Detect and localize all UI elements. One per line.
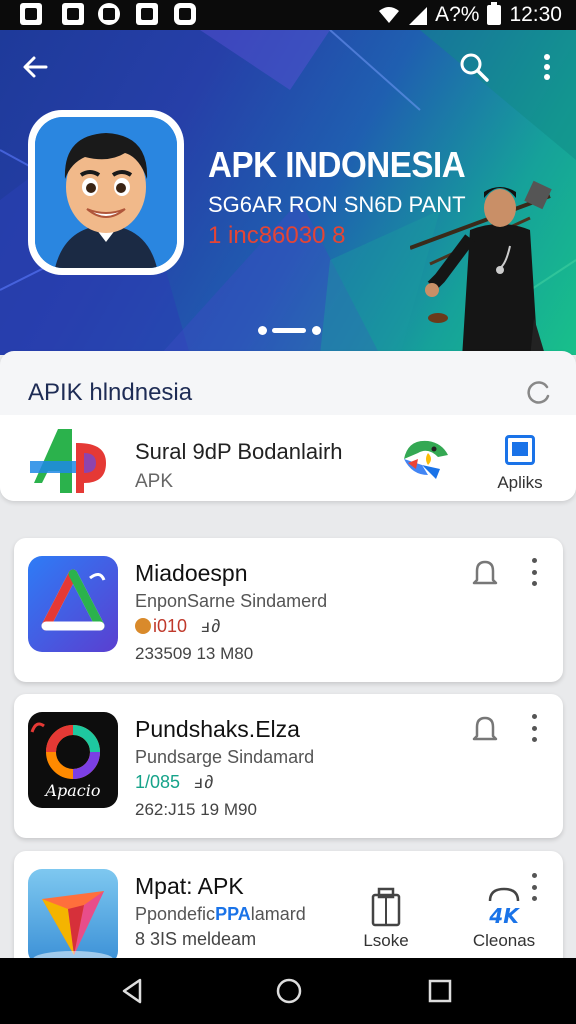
cartoon-avatar-image [35,117,177,268]
status-time: 12:30 [509,3,562,26]
app-meta: 233509 13 M80 [135,644,254,663]
triangle-logo-icon [41,569,106,631]
app-stat: 1/085 [135,772,181,792]
bell-icon[interactable] [469,712,501,744]
app-icon[interactable] [28,110,184,275]
lsoke-label: Lsoke [363,931,409,950]
carousel-dot-active [272,328,306,333]
app-window-icon [505,435,535,465]
nav-recents-button[interactable] [425,976,455,1006]
notification-app-icon [136,3,158,25]
status-bar: A?% 12:30 [0,0,576,30]
arrow-left-icon [23,56,48,78]
notification-chart-icon [62,3,84,25]
apliks-label: Apliks [497,473,543,492]
system-navigation-bar [0,958,576,1024]
app-icon-ring: Apacio [28,712,118,808]
app-developer: Ppondefic [135,904,216,924]
app-stat-extra: ⅎ ∂ [201,616,221,636]
featured-app-type: APK [135,471,174,492]
featured-app-row[interactable]: Sural 9dP Bodanlairh APK Apliks [0,415,576,501]
app-stat-extra: ⅎ ∂ [194,772,214,792]
app-title: Pundshaks.Elza [135,716,300,742]
notification-clock-icon [98,3,120,25]
nav-back-button[interactable] [118,976,148,1006]
app-developer-tail: lamard [250,904,306,924]
app-stat: 8 3IS meldeam [135,929,257,949]
notification-video-icon [174,3,196,25]
signal-text: A?% [435,3,480,26]
featured-app-name: Sural 9dP Bodanlairh [135,439,343,464]
overflow-menu-button[interactable] [530,50,564,84]
cell-signal-icon [409,7,428,25]
featured-section: APIK hlndnesia Sural 9dP Bodanlairh APK [0,351,576,501]
back-button[interactable] [18,50,52,84]
app-developer-overlay: PPA [215,904,251,924]
app-more-button[interactable] [524,714,544,742]
coin-icon [135,618,151,634]
cleonas-label: Cleonas [472,931,536,950]
featured-heading: APIK hlndnesia [28,379,193,406]
bottom-action-group: Lsoke 4K Cleonas [344,887,554,967]
app-stat: i010 [153,616,188,636]
wifi-icon [379,7,400,23]
app-developer: EnponSarne Sindamerd [135,591,328,611]
avatar-icon [35,117,177,268]
app-meta: 262:J15 19 M90 [135,800,257,819]
app-developer-row: PpondeficPPAlamard [135,904,306,925]
hero-banner[interactable]: APK INDONESIA SG6AR RON SN6D PANT 1 inc8… [0,30,576,355]
carousel-indicator [256,325,326,335]
carousel-dot [312,326,321,335]
apliks-button[interactable]: Apliks [486,433,554,495]
notification-gallery-icon [20,3,42,25]
color-ring-logo-icon: Apacio [30,722,101,800]
app-more-button[interactable] [524,873,544,901]
app-stat-row: i010 ⅎ ∂ [135,616,220,637]
clipboard-icon [371,887,401,927]
app-developer: Pundsarge Sindamard [135,747,315,767]
battery-icon [487,2,502,25]
app-stat-row: 1/085 ⅎ ∂ [135,772,213,793]
presenter-figure-image [410,180,552,355]
app-list-item[interactable]: Apacio Pundshaks.Elza Pundsarge Sindamar… [14,694,563,838]
app-title: Mpat: APK [135,873,244,899]
pyramid-logo-icon [33,891,113,965]
4k-icon: 4K [488,887,520,927]
nav-home-button[interactable] [274,976,304,1006]
app-icon-triangle [28,556,118,652]
search-icon [460,53,489,82]
app-icon-pyramid [28,869,118,965]
bell-icon[interactable] [469,556,501,588]
colorful-bird-icon[interactable] [398,435,454,483]
app-title: Miadoespn [135,560,248,586]
app-store-screen: A?% 12:30 APK INDONESIA SG6AR RON SN6D P… [0,0,576,1024]
refresh-icon[interactable] [526,379,552,405]
ring-logo-text: Apacio [43,781,100,800]
search-button[interactable] [457,50,491,84]
app-more-button[interactable] [524,558,544,586]
lsoke-action[interactable]: Lsoke [346,887,426,950]
app-list-item[interactable]: Miadoespn EnponSarne Sindamerd i010 ⅎ ∂ 2… [14,538,563,682]
svg-text:4K: 4K [488,904,520,927]
carousel-dot [258,326,267,335]
status-right: A?% 12:30 [377,2,562,28]
more-vertical-icon [544,54,550,80]
hero-number-line: 1 inc86030 8 [208,222,346,249]
ap-logo-icon [30,429,106,493]
